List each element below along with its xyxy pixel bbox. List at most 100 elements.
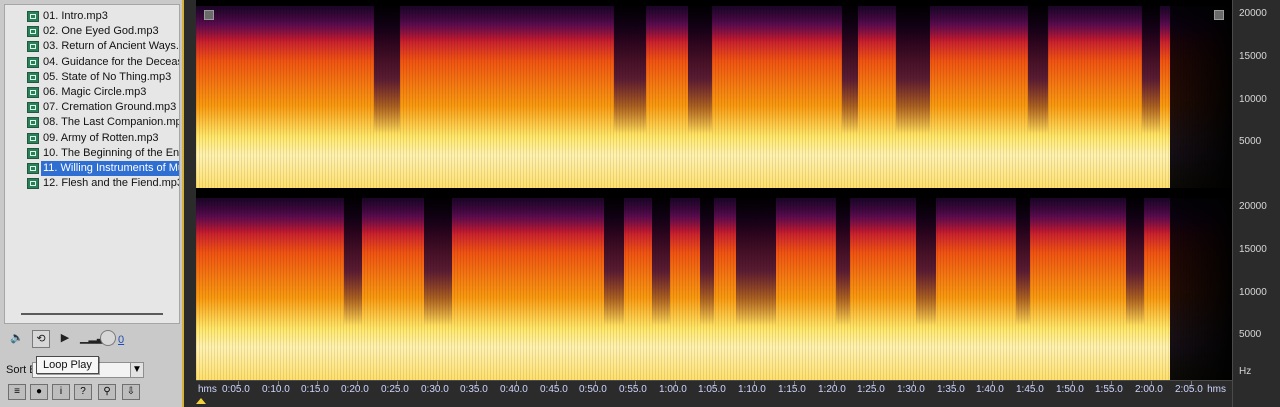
quiet-band xyxy=(1142,6,1160,188)
freq-label: 5000 xyxy=(1239,329,1262,340)
export-icon[interactable]: ⇩ xyxy=(122,384,140,400)
frequency-axis: 20000 15000 10000 5000 20000 15000 10000… xyxy=(1232,0,1280,407)
chevron-down-icon[interactable]: ▼ xyxy=(130,362,144,378)
volume-knob[interactable] xyxy=(100,330,116,346)
spectrogram-channel-2[interactable] xyxy=(196,198,1232,380)
file-icon xyxy=(27,41,39,52)
file-icon xyxy=(27,72,39,83)
ruler-label: 0:50.0 xyxy=(579,384,607,395)
file-icon xyxy=(27,102,39,113)
file-list-item[interactable]: 09. Army of Rotten.mp3 xyxy=(41,131,159,146)
quiet-band xyxy=(736,198,776,380)
freq-label: 20000 xyxy=(1239,201,1267,212)
ruler-label: 1:55.0 xyxy=(1095,384,1123,395)
ruler-label: 0:55.0 xyxy=(619,384,647,395)
file-list-item[interactable]: 03. Return of Ancient Ways.mp3 xyxy=(41,39,179,54)
ruler-label: 1:10.0 xyxy=(738,384,766,395)
freq-label: 10000 xyxy=(1239,287,1267,298)
file-icon xyxy=(27,26,39,37)
freq-label: 15000 xyxy=(1239,244,1267,255)
time-unit-left: hms xyxy=(198,384,217,395)
ruler-label: 0:15.0 xyxy=(301,384,329,395)
volume-value[interactable]: 0 xyxy=(118,334,124,346)
play-button[interactable]: ▶ xyxy=(56,330,74,348)
quiet-band xyxy=(700,198,714,380)
time-ruler[interactable]: hms hms 0:05.0 0:10.0 0:15.0 0:20.0 0:25.0 0:… xyxy=(196,380,1232,407)
loop-play-tooltip: Loop Play xyxy=(36,356,99,374)
ruler-label: 1:15.0 xyxy=(778,384,806,395)
quiet-band xyxy=(836,198,850,380)
ruler-label: 1:35.0 xyxy=(937,384,965,395)
record-icon[interactable]: ● xyxy=(30,384,48,400)
ruler-label: 2:00.0 xyxy=(1135,384,1163,395)
transport-controls: 🔈 ⟲ ▶ ▁▂▃▄ 0 xyxy=(4,328,180,354)
quiet-band xyxy=(1028,6,1048,188)
ruler-label: 1:30.0 xyxy=(897,384,925,395)
ruler-label: 1:05.0 xyxy=(698,384,726,395)
file-icon xyxy=(27,178,39,189)
freq-label: 15000 xyxy=(1239,51,1267,62)
quiet-band xyxy=(424,198,452,380)
file-list-item[interactable]: 07. Cremation Ground.mp3 xyxy=(41,100,176,115)
quiet-band xyxy=(614,6,646,188)
ruler-label: 0:35.0 xyxy=(460,384,488,395)
ruler-label: 0:25.0 xyxy=(381,384,409,395)
ruler-label: 0:10.0 xyxy=(262,384,290,395)
file-list-item[interactable]: 12. Flesh and the Fiend.mp3 xyxy=(41,176,179,191)
file-list-item[interactable]: 02. One Eyed God.mp3 xyxy=(41,24,159,39)
ruler-label: 1:20.0 xyxy=(818,384,846,395)
quiet-band xyxy=(842,6,858,188)
file-list-item[interactable]: 04. Guidance for the Deceased.r xyxy=(41,55,179,70)
file-list-item[interactable]: 05. State of No Thing.mp3 xyxy=(41,70,171,85)
quiet-band xyxy=(374,6,400,188)
quiet-band xyxy=(688,6,712,188)
quiet-band xyxy=(1126,198,1144,380)
time-unit-right: hms xyxy=(1207,384,1226,395)
file-icon xyxy=(27,87,39,98)
spectrogram-channel-1[interactable] xyxy=(196,6,1232,188)
playhead-marker[interactable] xyxy=(196,398,206,404)
volume-meter-icon: ▁▂▃▄ xyxy=(80,332,114,344)
corner-handle-left[interactable] xyxy=(204,10,214,20)
file-list-item[interactable]: 01. Intro.mp3 xyxy=(41,9,108,24)
freq-label: 20000 xyxy=(1239,8,1267,19)
ruler-label: 0:40.0 xyxy=(500,384,528,395)
quiet-band xyxy=(652,198,670,380)
corner-handle-right[interactable] xyxy=(1214,10,1224,20)
quiet-band xyxy=(896,6,930,188)
file-list[interactable]: 01. Intro.mp3 02. One Eyed God.mp3 03. Ret… xyxy=(4,4,180,324)
ruler-label: 1:40.0 xyxy=(976,384,1004,395)
quiet-band xyxy=(916,198,936,380)
speaker-icon[interactable]: 🔈 xyxy=(8,330,26,348)
help-icon[interactable]: ? xyxy=(74,384,92,400)
ruler-label: 0:45.0 xyxy=(540,384,568,395)
file-icon xyxy=(27,57,39,68)
ruler-label: 2:05.0 xyxy=(1175,384,1203,395)
file-list-item[interactable]: 06. Magic Circle.mp3 xyxy=(41,85,146,100)
ruler-label: 1:50.0 xyxy=(1056,384,1084,395)
ruler-label: 0:20.0 xyxy=(341,384,369,395)
spectral-view[interactable] xyxy=(196,0,1232,380)
spectrogram-tail-tint xyxy=(1170,198,1232,380)
file-icon xyxy=(27,11,39,22)
file-list-item[interactable]: 10. The Beginning of the End.mp xyxy=(41,146,179,161)
quiet-band xyxy=(1016,198,1030,380)
loop-play-button[interactable]: ⟲ xyxy=(32,330,50,348)
freq-label: 5000 xyxy=(1239,136,1262,147)
ruler-label: 1:00.0 xyxy=(659,384,687,395)
quiet-band xyxy=(604,198,624,380)
freq-label: 10000 xyxy=(1239,94,1267,105)
file-list-item[interactable]: 08. The Last Companion.mp3 xyxy=(41,115,179,130)
ruler-label: 1:25.0 xyxy=(857,384,885,395)
info-icon[interactable]: i xyxy=(52,384,70,400)
file-list-item[interactable]: 11. Willing Instruments of Murder xyxy=(41,161,179,176)
ruler-label: 0:30.0 xyxy=(421,384,449,395)
spectrogram-tail-tint xyxy=(1170,6,1232,188)
frequency-unit: Hz xyxy=(1239,366,1252,377)
filter-icon[interactable]: ⚲ xyxy=(98,384,116,400)
quiet-band xyxy=(344,198,362,380)
ruler-label: 1:45.0 xyxy=(1016,384,1044,395)
list-view-icon[interactable]: ≡ xyxy=(8,384,26,400)
file-list-scrollbar[interactable] xyxy=(21,313,163,315)
file-panel: 01. Intro.mp3 02. One Eyed God.mp3 03. Ret… xyxy=(0,0,184,407)
